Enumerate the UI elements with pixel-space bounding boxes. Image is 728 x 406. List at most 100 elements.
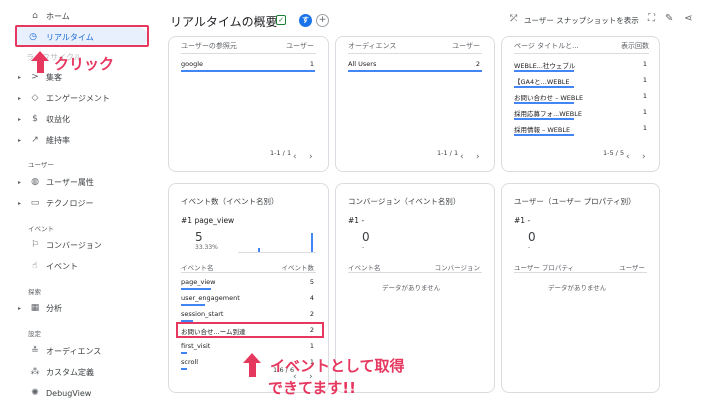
row-bar: [514, 134, 574, 136]
table-row-value: 2: [309, 310, 314, 318]
nav-analysis[interactable]: ▸ ▦ 分析: [0, 298, 158, 318]
user-snapshot-button[interactable]: ユーザー スナップショットを表示: [524, 15, 639, 26]
divider: [514, 53, 649, 54]
col-header-user-property: ユーザー プロパティ: [514, 264, 575, 272]
row-bar: [514, 70, 574, 72]
caret-right-icon: ▸: [18, 115, 22, 123]
nav-debugview[interactable]: ✺ DebugView: [0, 383, 158, 403]
divider: [514, 272, 647, 273]
table-row-value: 2: [309, 326, 314, 334]
divider: [348, 272, 482, 273]
empty-message: データがありません: [382, 284, 441, 292]
chevron-right-icon[interactable]: ›: [642, 152, 646, 162]
nav-events[interactable]: ☝ イベント: [0, 256, 158, 276]
table-row-name: user_engagement: [181, 294, 240, 302]
annotation-arrow-event: [243, 353, 261, 363]
sidebar: ⌂ ホーム ◷ リアルタイム ライフサイクル ▸ > 集客 ▸ ◇ エンゲージメ…: [0, 0, 158, 406]
card-user-properties: ユーザー（ユーザー プロパティ別） #1 - 0 - ユーザー プロパティ ユー…: [501, 183, 660, 393]
table-row-name: 採用情報 – WEBLE: [514, 126, 571, 134]
table-row-value: 1: [642, 60, 647, 68]
flag-icon: ⚐: [30, 240, 40, 250]
table-row-name: 【GA4と...WEBLE: [514, 78, 570, 86]
globe-icon: ◍: [31, 177, 39, 187]
row-bar: [514, 86, 574, 88]
divider: [181, 272, 316, 273]
col-header-source: ユーザーの参照元: [181, 42, 237, 50]
col-header-event-name: イベント名: [348, 264, 381, 272]
table-row-name: scroll: [181, 358, 199, 366]
col-header-users: ユーザー: [452, 42, 480, 50]
nav-engagement[interactable]: ▸ ◇ エンゲージメント: [0, 88, 158, 108]
row-bar: [181, 288, 211, 290]
annotation-event-line2: できてます!!: [268, 379, 356, 397]
edit-icon[interactable]: ✎: [665, 13, 673, 24]
home-icon: ⌂: [32, 11, 38, 21]
table-row-value: 1: [309, 60, 314, 68]
share-icon[interactable]: ⋖: [684, 13, 692, 24]
caret-right-icon: ▸: [18, 73, 22, 81]
sparkline-bar: [311, 233, 313, 252]
sparkline-bar: [258, 248, 260, 252]
pager-text: 1-1 / 1: [270, 149, 292, 157]
annotation-arrow-stem: [37, 61, 44, 73]
snapshot-icon: ⤱: [510, 14, 518, 24]
card-pages: ページ タイトルと... 表示回数 WEBLE...社ウェブル 1 【GA4と.…: [501, 36, 660, 172]
col-header-event-name: イベント名: [181, 264, 214, 272]
analysis-icon: ▦: [30, 303, 40, 313]
table-row-name: 採用応募フォ...WEBLE: [514, 110, 582, 118]
nav-technology[interactable]: ▸ ▭ テクノロジー: [0, 193, 158, 213]
pager-text: 1-1 / 1: [437, 149, 459, 157]
acquisition-icon: >: [31, 72, 39, 82]
touch-icon: ☝: [32, 261, 38, 271]
nav-home[interactable]: ⌂ ホーム: [0, 6, 158, 26]
chevron-left-icon[interactable]: ‹: [460, 152, 464, 162]
empty-message: データがありません: [548, 284, 607, 292]
annotation-event-line1: イベントとして取得: [270, 357, 405, 375]
card-title: ユーザー（ユーザー プロパティ別）: [514, 197, 636, 206]
nav-audiences[interactable]: ≛ オーディエンス: [0, 341, 158, 361]
table-row-value: 4: [309, 294, 314, 302]
top-event-value: 5: [195, 230, 203, 244]
table-row-name: google: [181, 60, 204, 68]
table-row-name: All Users: [348, 60, 377, 68]
divider: [181, 53, 316, 54]
tag-icon: ◇: [31, 93, 39, 103]
annotation-click: クリック: [54, 55, 115, 73]
table-row-name: お問い合せ...ーム到達: [181, 328, 246, 336]
avatar[interactable]: す: [299, 14, 312, 27]
table-row-value: 5: [309, 278, 314, 286]
chevron-right-icon[interactable]: ›: [476, 152, 480, 162]
chevron-right-icon[interactable]: ›: [309, 152, 313, 162]
chevron-left-icon[interactable]: ‹: [626, 152, 630, 162]
dollar-icon: $: [32, 114, 38, 124]
top-event: #1 page_view: [181, 216, 235, 225]
card-title: コンバージョン（イベント名別）: [348, 197, 461, 206]
nav-conversions[interactable]: ⚐ コンバージョン: [0, 235, 158, 255]
add-comparison-button[interactable]: +: [316, 14, 329, 27]
col-header-audience: オーディエンス: [348, 42, 397, 50]
fullscreen-icon[interactable]: ⛶: [648, 13, 655, 24]
table-row-value: 1: [642, 76, 647, 84]
section-event: イベント: [28, 225, 54, 233]
sparkline-baseline: [238, 252, 316, 253]
row-bar: [181, 304, 205, 306]
nav-retention[interactable]: ▸ ↗ 維持率: [0, 130, 158, 150]
chevron-left-icon[interactable]: ‹: [293, 152, 297, 162]
annotation-arrow-click: [31, 51, 49, 61]
col-header-users: ユーザー: [619, 264, 645, 272]
nav-demographics[interactable]: ▸ ◍ ユーザー属性: [0, 172, 158, 192]
col-header-page-title: ページ タイトルと...: [514, 42, 579, 50]
col-header-users: ユーザー: [286, 42, 314, 50]
custom-icon: ⁂: [30, 367, 40, 377]
nav-monetization[interactable]: ▸ $ 収益化: [0, 109, 158, 129]
table-row-value: 1: [642, 92, 647, 100]
table-row-name: WEBLE...社ウェブル: [514, 62, 576, 70]
top-user-property-value: 0: [528, 230, 536, 244]
col-header-conversions: コンバージョン: [434, 264, 480, 272]
nav-custom-definitions[interactable]: ⁂ カスタム定義: [0, 362, 158, 382]
col-header-event-count: イベント数: [281, 264, 315, 272]
section-user: ユーザー: [28, 161, 54, 169]
caret-right-icon: ▸: [18, 94, 22, 102]
row-bar: [181, 368, 187, 370]
table-row-value: 1: [309, 342, 314, 350]
